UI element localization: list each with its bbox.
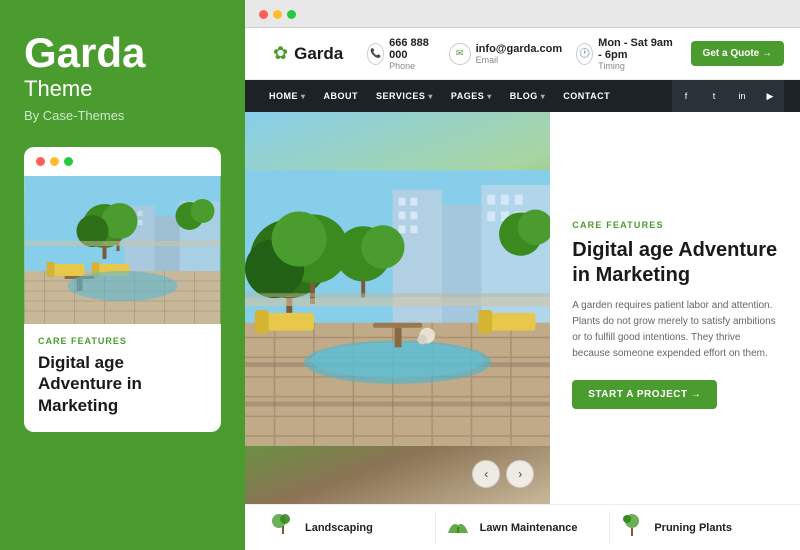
chevron-icon: ▾ xyxy=(541,92,546,101)
site-header: ✿ Garda 📞 666 888 000 Phone ✉ info@garda… xyxy=(245,28,800,80)
service-lawn: Lawn Maintenance xyxy=(436,511,611,544)
phone-icon: 📞 xyxy=(367,43,384,65)
site-nav: HOME ▾ ABOUT SERVICES ▾ PAGES ▾ BLOG ▾ C… xyxy=(245,80,800,112)
pruning-label: Pruning Plants xyxy=(654,522,732,534)
brand-title: Garda xyxy=(24,30,221,76)
timing-contact: 🕐 Mon - Sat 9am - 6pm Timing xyxy=(576,37,678,71)
hero-title: Digital age Adventure in Marketing xyxy=(572,238,778,288)
services-bar: Landscaping Lawn Maintenance xyxy=(245,504,800,550)
card-care-label: CARE FEATURES xyxy=(38,336,207,346)
garden-illustration xyxy=(24,176,221,324)
brand-subtitle: Theme xyxy=(24,76,221,102)
phone-contact: 📞 666 888 000 Phone xyxy=(367,37,434,71)
main-content: ✿ Garda 📞 666 888 000 Phone ✉ info@garda… xyxy=(245,0,800,550)
card-dots xyxy=(24,147,221,176)
dot-red xyxy=(36,157,45,166)
nav-blog[interactable]: BLOG ▾ xyxy=(502,80,554,112)
lawn-label: Lawn Maintenance xyxy=(480,522,578,534)
linkedin-icon[interactable]: in xyxy=(728,80,756,112)
website-preview: ✿ Garda 📞 666 888 000 Phone ✉ info@garda… xyxy=(245,28,800,550)
hero-image: ‹ › xyxy=(245,112,550,504)
logo-text: Garda xyxy=(294,44,343,64)
service-landscaping: Landscaping xyxy=(261,511,436,544)
browser-dot-red xyxy=(259,10,268,19)
get-quote-button[interactable]: Get a Quote → xyxy=(691,41,784,66)
chevron-icon: ▾ xyxy=(428,92,433,101)
sidebar-logo-title: Garda Theme By Case-Themes xyxy=(24,30,221,147)
email-address: info@garda.com xyxy=(476,43,563,55)
youtube-icon[interactable]: ▶ xyxy=(756,80,784,112)
browser-dot-green xyxy=(287,10,296,19)
hero-garden-illustration xyxy=(245,112,550,504)
pruning-icon xyxy=(618,511,646,544)
lawn-icon xyxy=(444,511,472,544)
image-navigation: ‹ › xyxy=(472,460,534,488)
landscaping-icon xyxy=(269,511,297,544)
phone-label: Phone xyxy=(389,61,435,71)
card-title: Digital age Adventure in Marketing xyxy=(38,352,207,416)
hero-text-panel: CARE FEATURES Digital age Adventure in M… xyxy=(550,112,800,504)
site-content: ‹ › CARE FEATURES Digital age Adventure … xyxy=(245,112,800,504)
chevron-icon: ▾ xyxy=(301,92,306,101)
preview-card: CARE FEATURES Digital age Adventure in M… xyxy=(24,147,221,432)
nav-pages[interactable]: PAGES ▾ xyxy=(443,80,500,112)
browser-dot-yellow xyxy=(273,10,282,19)
timing-text: Mon - Sat 9am - 6pm xyxy=(598,37,678,61)
phone-number: 666 888 000 xyxy=(389,37,435,61)
email-label: Email xyxy=(476,55,563,65)
service-pruning: Pruning Plants xyxy=(610,511,784,544)
nav-contact[interactable]: CONTACT xyxy=(555,80,618,112)
facebook-icon[interactable]: f xyxy=(672,80,700,112)
social-icons: f t in ▶ xyxy=(672,80,784,112)
start-project-button[interactable]: START A PROJECT → xyxy=(572,380,717,409)
card-content: CARE FEATURES Digital age Adventure in M… xyxy=(24,324,221,416)
twitter-icon[interactable]: t xyxy=(700,80,728,112)
card-image xyxy=(24,176,221,324)
dot-green xyxy=(64,157,73,166)
nav-home[interactable]: HOME ▾ xyxy=(261,80,314,112)
hero-care-label: CARE FEATURES xyxy=(572,220,778,230)
landscaping-label: Landscaping xyxy=(305,522,373,534)
next-arrow[interactable]: › xyxy=(506,460,534,488)
browser-chrome xyxy=(245,0,800,28)
prev-arrow[interactable]: ‹ xyxy=(472,460,500,488)
nav-about[interactable]: ABOUT xyxy=(316,80,367,112)
dot-yellow xyxy=(50,157,59,166)
sidebar: Garda Theme By Case-Themes xyxy=(0,0,245,550)
site-logo: ✿ Garda xyxy=(261,35,355,72)
hero-description: A garden requires patient labor and atte… xyxy=(572,298,778,362)
header-contact: 📞 666 888 000 Phone ✉ info@garda.com Ema… xyxy=(367,37,678,71)
timing-label: Timing xyxy=(598,61,678,71)
nav-services[interactable]: SERVICES ▾ xyxy=(368,80,441,112)
logo-icon: ✿ xyxy=(273,43,288,64)
chevron-icon: ▾ xyxy=(487,92,492,101)
hero-background xyxy=(245,112,550,504)
clock-icon: 🕐 xyxy=(576,43,593,65)
browser-dots xyxy=(259,10,786,19)
email-icon: ✉ xyxy=(449,43,471,65)
email-contact: ✉ info@garda.com Email xyxy=(449,43,563,65)
brand-by: By Case-Themes xyxy=(24,108,221,123)
